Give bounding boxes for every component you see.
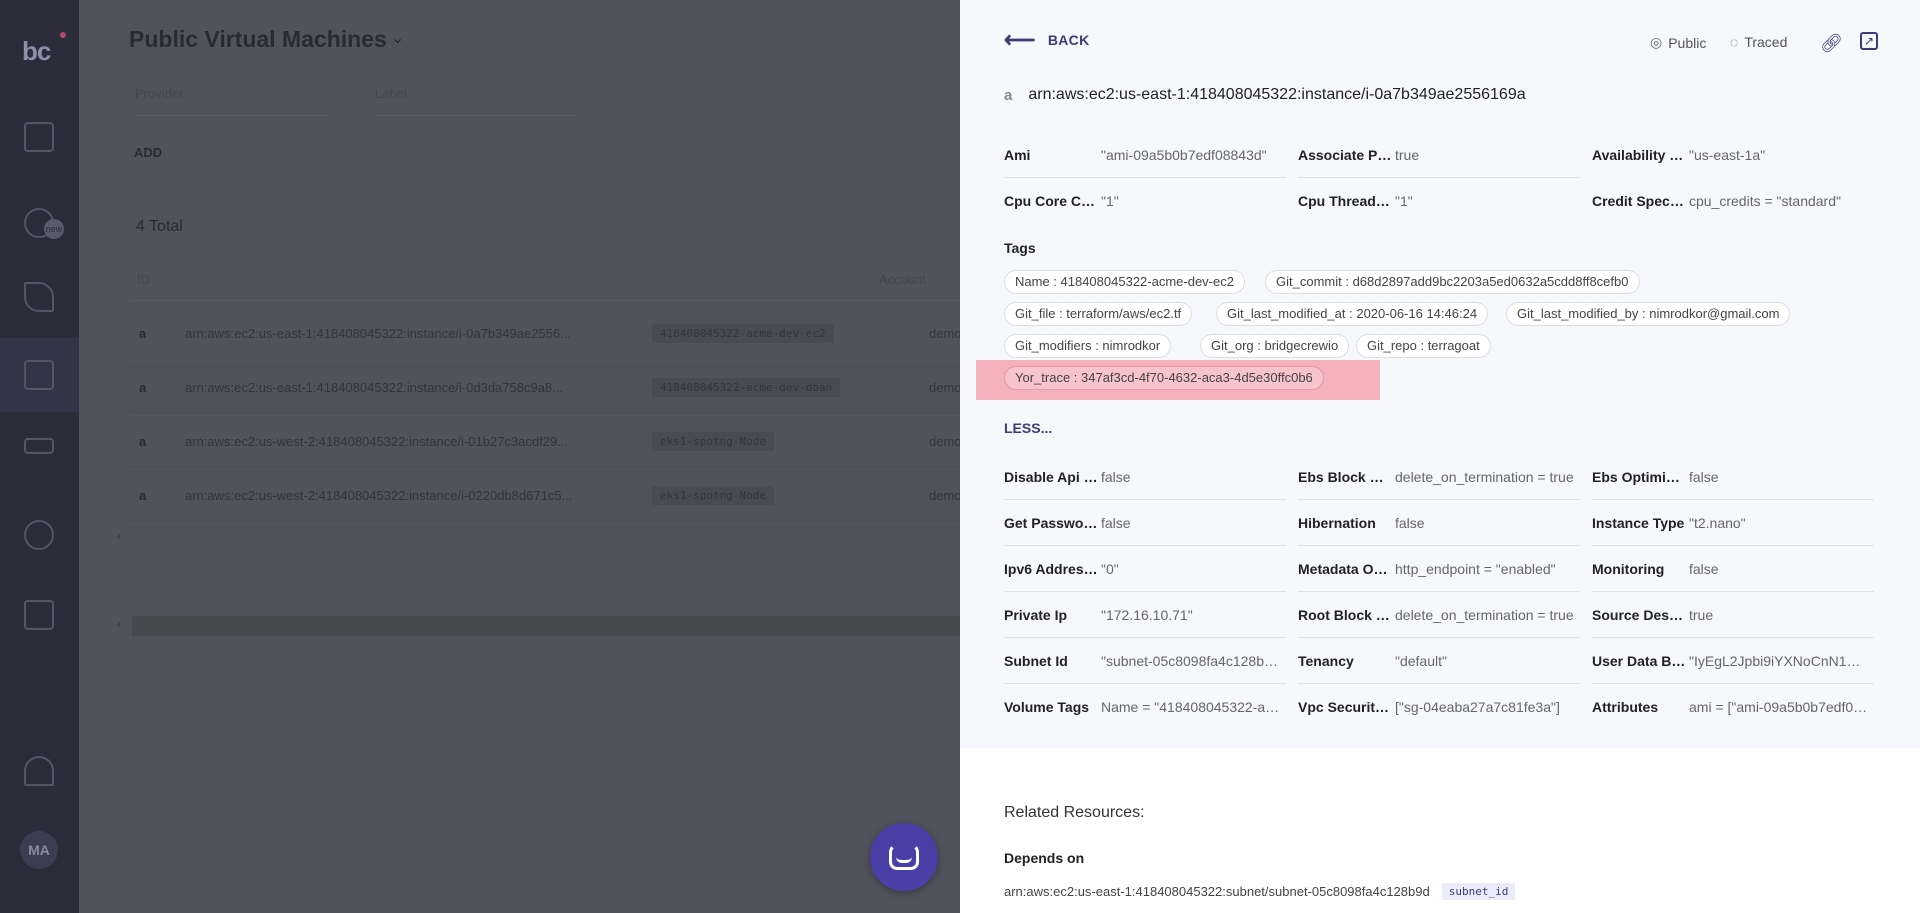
aws-icon: a — [139, 380, 147, 395]
attribute-source-dest-check: Source Dest Checktrue — [1592, 593, 1874, 638]
attribute-ebs-optimized: Ebs Optimized false — [1592, 455, 1874, 500]
user-avatar[interactable]: MA — [20, 831, 58, 869]
attribute-attributes: Attributesami = ["ami-09a5b0b7edf08843d"… — [1592, 699, 1869, 715]
provider-filter[interactable]: Provider — [135, 86, 330, 116]
horizontal-scrollbar[interactable] — [132, 616, 960, 636]
compliance-icon[interactable] — [24, 520, 54, 550]
column-id[interactable]: ID — [137, 272, 150, 287]
tag-chip: Git_org : bridgecrewio — [1200, 334, 1350, 358]
scroll-left-icon[interactable]: ‹ — [117, 619, 121, 631]
page-title: Public Virtual Machines — [129, 26, 387, 52]
resource-arn-header: a arn:aws:ec2:us-east-1:418408045322:ins… — [1004, 86, 1526, 104]
dependency-attribute-chip: subnet_id — [1441, 883, 1516, 900]
add-filter-button[interactable]: ADD — [134, 145, 162, 160]
resource-explorer-icon[interactable] — [24, 360, 54, 390]
tags-heading: Tags — [1004, 240, 1036, 256]
projects-icon[interactable] — [24, 282, 54, 312]
trace-icon: ◌ — [1730, 34, 1739, 50]
public-status: ◎ Public — [1650, 34, 1707, 51]
tag-chip: Git_file : terraform/aws/ec2.tf — [1004, 302, 1193, 326]
attribute-cpu-core-count: Cpu Core Count"1" — [1004, 193, 1119, 209]
background-page-overlay[interactable]: Public Virtual Machines ⌄ Provider Label… — [79, 0, 1002, 913]
attribute-ami: Ami "ami-09a5b0b7edf08843d" — [1004, 133, 1286, 178]
link-icon[interactable]: 🔗︎ — [1820, 32, 1843, 54]
attribute-user-data-base64: User Data Base64"IyEgL2Jpbi9iYXNoCnN1ZG8… — [1592, 639, 1874, 684]
bridgecrew-logo[interactable]: bc — [22, 36, 51, 67]
tag-chip: Git_commit : d68d2897add9bc2203a5ed0632a… — [1265, 270, 1640, 294]
attribute-volume-tags: Volume TagsName = "418408045322-acme-dev… — [1004, 699, 1281, 715]
new-badge: new — [44, 219, 64, 239]
tag-chip-yor-trace: Yor_trace : 347af3cd-4f70-4632-aca3-4d5e… — [1004, 366, 1324, 390]
attribute-hibernation: Hibernation false — [1298, 501, 1580, 546]
attribute-subnet-id: Subnet Id "subnet-05c8098fa4c128b9d" — [1004, 639, 1286, 684]
resource-details-drawer: ⟵ BACK ◎ Public ◌ Traced 🔗︎ ↗ a arn:aws:… — [960, 0, 1920, 913]
traced-status: ◌ Traced — [1730, 34, 1788, 50]
tag-chip: Git_repo : terragoat — [1356, 334, 1491, 358]
tag-chip: Name : 418408045322-acme-dev-ec2 — [1004, 270, 1245, 294]
arrow-left-icon: ⟵ — [1004, 27, 1036, 52]
logo-dot-icon — [60, 32, 66, 38]
tag-chip: Git_modifiers : nimrodkor — [1004, 334, 1172, 358]
back-button[interactable]: ⟵ BACK — [1004, 27, 1090, 52]
chat-launcher-button[interactable] — [870, 823, 938, 891]
dashboard-icon[interactable] — [24, 122, 54, 152]
total-count: 4 Total — [136, 218, 183, 235]
attribute-availability-zone: Availability Zone"us-east-1a" — [1592, 147, 1766, 163]
label-filter[interactable]: Label — [375, 86, 575, 116]
related-resources-heading: Related Resources: — [1004, 804, 1145, 821]
header-divider — [129, 300, 960, 301]
attribute-private-ip: Private Ip "172.16.10.71" — [1004, 593, 1286, 638]
left-nav-rail: bc new MA — [0, 0, 79, 913]
aws-icon: a — [139, 434, 147, 449]
tag-chip: Git_last_modified_at : 2020-06-16 14:46:… — [1216, 302, 1489, 326]
globe-icon: ◎ — [1650, 34, 1663, 50]
attribute-monitoring: Monitoring false — [1592, 547, 1874, 592]
aws-icon: a — [139, 488, 147, 503]
attribute-associate-public-ip: Associate Public Ip Addresstrue — [1298, 133, 1580, 178]
scroll-left-icon[interactable]: ‹ — [117, 531, 121, 543]
aws-icon: a — [1004, 86, 1013, 104]
attribute-credit-specification: Credit Specificationcpu_credits = "stand… — [1592, 193, 1841, 209]
table-row[interactable]: a arn:aws:ec2:us-west-2:418408045322:ins… — [129, 470, 1002, 524]
show-less-link[interactable]: LESS... — [1004, 420, 1052, 436]
attribute-disable-api-termination: Disable Api Terminationfalse — [1004, 455, 1286, 500]
open-external-icon[interactable]: ↗ — [1860, 32, 1878, 50]
attribute-ebs-block-device: Ebs Block Devicedelete_on_termination = … — [1298, 455, 1580, 500]
column-account[interactable]: Account — [879, 272, 926, 287]
yor-trace-highlight: Yor_trace : 347af3cd-4f70-4632-aca3-4d5e… — [976, 360, 1380, 400]
table-row[interactable]: a arn:aws:ec2:us-west-2:418408045322:ins… — [129, 416, 1002, 470]
dependency-item[interactable]: arn:aws:ec2:us-east-1:418408045322:subne… — [1004, 883, 1516, 900]
integrations-icon[interactable] — [24, 438, 54, 454]
attribute-vpc-security-groups: Vpc Security Group Ids["sg-04eaba27a7c81… — [1298, 699, 1560, 715]
attribute-get-password-data: Get Password Datafalse — [1004, 501, 1286, 546]
attribute-tenancy: Tenancy "default" — [1298, 639, 1580, 684]
settings-icon[interactable] — [24, 756, 54, 786]
aws-icon: a — [139, 326, 147, 341]
dependency-arn[interactable]: arn:aws:ec2:us-east-1:418408045322:subne… — [1004, 884, 1430, 899]
table-row[interactable]: a arn:aws:ec2:us-east-1:418408045322:ins… — [129, 362, 1002, 416]
depends-on-heading: Depends on — [1004, 850, 1085, 866]
table-row[interactable]: a arn:aws:ec2:us-east-1:418408045322:ins… — [129, 308, 1002, 362]
tag-chip: Git_last_modified_by : nimrodkor@gmail.c… — [1506, 302, 1791, 326]
chevron-down-icon[interactable]: ⌄ — [391, 28, 404, 48]
attribute-instance-type: Instance Type "t2.nano" — [1592, 501, 1874, 546]
attribute-ipv6-address-count: Ipv6 Address Count"0" — [1004, 547, 1286, 592]
attribute-metadata-options: Metadata Optionshttp_endpoint = "enabled… — [1298, 547, 1580, 592]
attribute-root-block-device: Root Block Devicedelete_on_termination =… — [1298, 593, 1580, 638]
policies-icon[interactable] — [24, 600, 54, 630]
attribute-cpu-threads: Cpu Threads Per Core"1" — [1298, 193, 1413, 209]
